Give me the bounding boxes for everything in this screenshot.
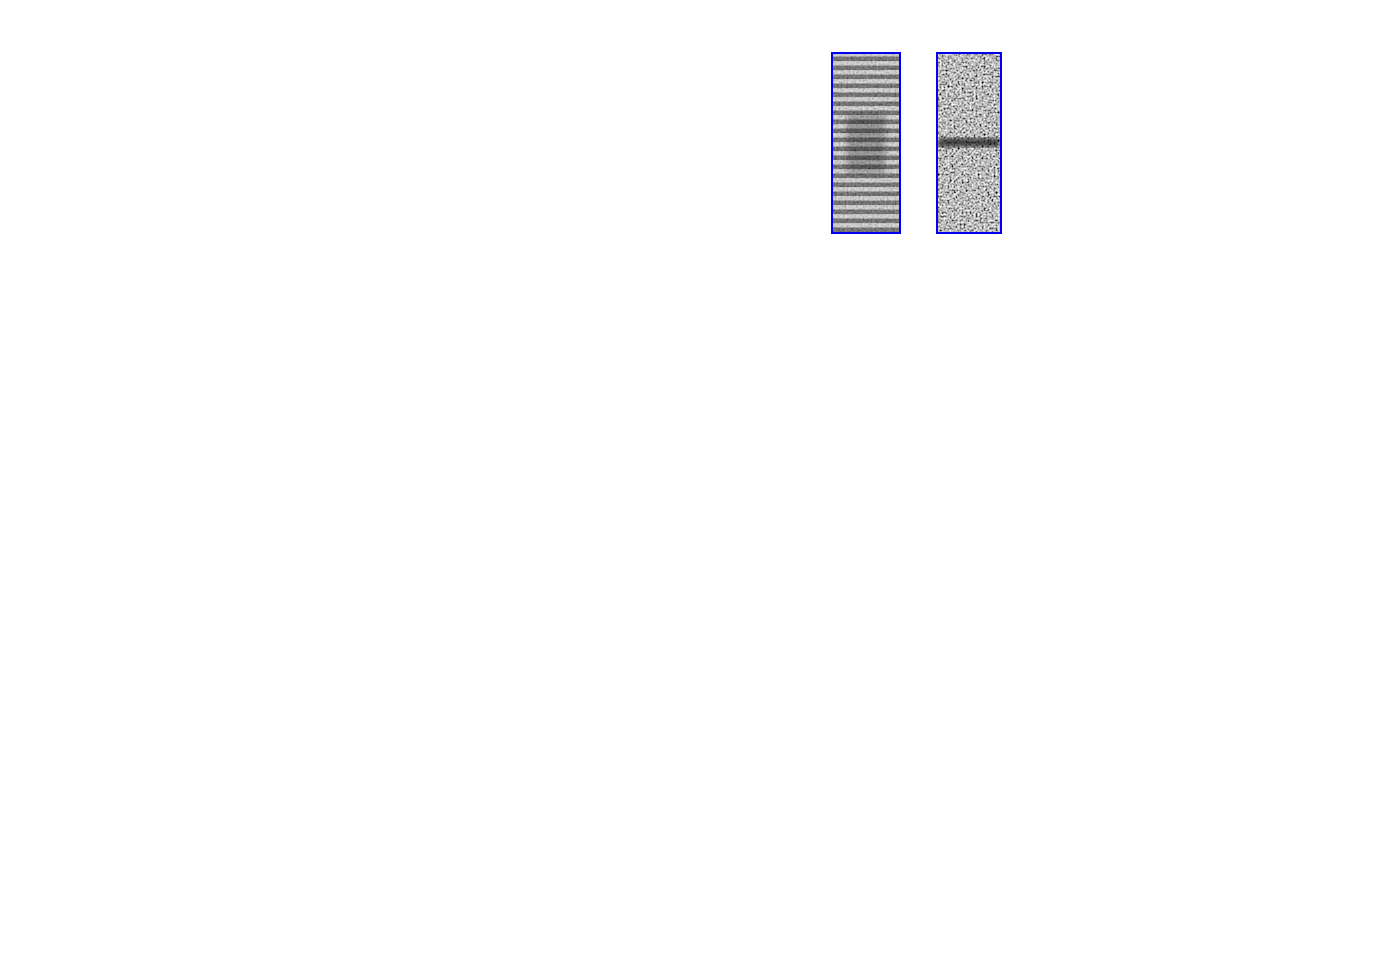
clean-svg xyxy=(938,54,1000,232)
line-fit-chart xyxy=(1036,50,1326,235)
full-spectrum-chart xyxy=(60,270,1320,478)
footer-note xyxy=(66,875,99,953)
lineflux-map-panel xyxy=(236,504,421,736)
kpno-panel xyxy=(425,504,610,736)
fiber-positions-panel xyxy=(48,504,233,736)
clean-image xyxy=(936,52,1002,234)
header-meta xyxy=(1053,2,1114,50)
withsky-image xyxy=(831,52,901,234)
bottom-separator-bar xyxy=(95,944,1305,953)
spec2d-panel xyxy=(466,28,846,258)
elixer-report-page xyxy=(0,0,1400,953)
withsky-svg xyxy=(833,54,899,232)
